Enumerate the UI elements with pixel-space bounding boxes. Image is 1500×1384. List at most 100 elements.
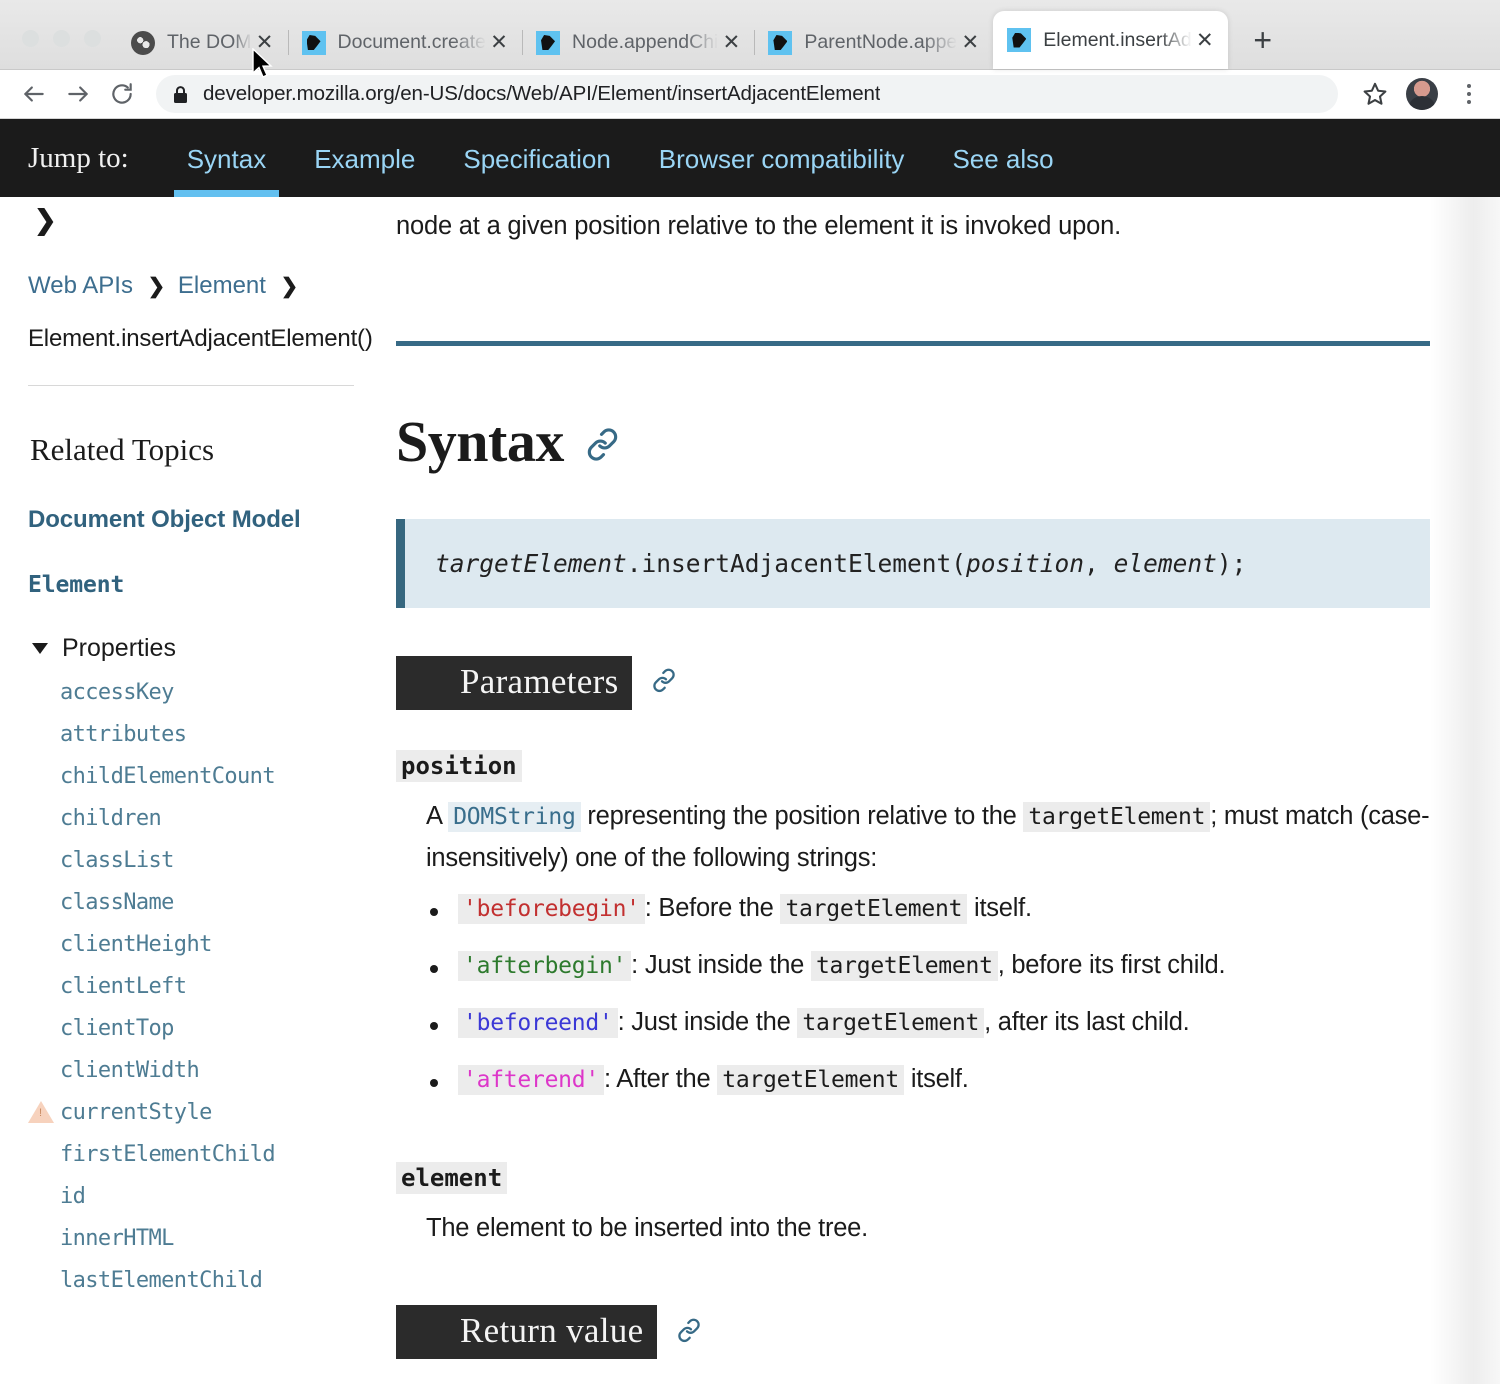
sidebar-item-label: accessKey bbox=[60, 680, 174, 705]
jump-link-see-also[interactable]: See also bbox=[928, 119, 1077, 197]
sidebar-item-clienttop[interactable]: clientTop bbox=[28, 999, 354, 1041]
sidebar-link-element[interactable]: Element bbox=[28, 534, 354, 598]
back-arrow-icon[interactable] bbox=[14, 74, 54, 114]
anchor-link-icon[interactable] bbox=[652, 669, 676, 697]
breadcrumb-item-web-apis[interactable]: Web APIs bbox=[28, 272, 133, 299]
new-tab-button[interactable]: + bbox=[1240, 17, 1286, 63]
chevron-down-icon bbox=[32, 643, 48, 654]
close-tab-icon[interactable]: ✕ bbox=[486, 30, 512, 56]
param-name-position: position bbox=[396, 750, 522, 782]
sidebar-item-label: classList bbox=[60, 848, 174, 873]
parameters-heading: Parameters bbox=[396, 656, 632, 710]
type-domstring[interactable]: DOMString bbox=[448, 802, 580, 832]
reload-icon[interactable] bbox=[102, 74, 142, 114]
browser-tab-element-insertadjacent[interactable]: Element.insertAd ✕ bbox=[993, 11, 1228, 69]
code-targetelement: targetElement bbox=[1023, 802, 1210, 832]
syntax-code-block: targetElement.insertAdjacentElement(posi… bbox=[396, 519, 1430, 608]
option-text: , before its first child. bbox=[998, 951, 1226, 979]
browser-tab-node-appendchild[interactable]: Node.appendChi ✕ bbox=[522, 16, 754, 69]
return-value-heading: Return value bbox=[396, 1305, 657, 1359]
mdn-icon bbox=[768, 31, 792, 55]
tab-strip: The DOM ✕ Document.create ✕ Node.appendC… bbox=[0, 0, 1500, 70]
minimize-window-button[interactable] bbox=[53, 30, 70, 47]
parameters-heading-row: Parameters bbox=[396, 608, 1430, 710]
option-beforeend: 'beforeend' bbox=[458, 1008, 618, 1038]
page-title: Syntax bbox=[396, 408, 564, 475]
jump-link-syntax[interactable]: Syntax bbox=[163, 119, 291, 197]
chevron-right-icon: ❯ bbox=[140, 275, 172, 298]
option-beforebegin: 'beforebegin' bbox=[458, 894, 645, 924]
breadcrumb-item-element[interactable]: Element bbox=[178, 272, 266, 299]
tab-title: Node.appendChi bbox=[572, 31, 718, 54]
option-text: : Just inside the bbox=[631, 951, 811, 979]
star-icon[interactable] bbox=[1358, 74, 1392, 114]
window-controls bbox=[0, 30, 117, 69]
option-text: itself. bbox=[904, 1065, 969, 1093]
tab-title: Element.insertAd bbox=[1043, 29, 1192, 52]
code-target: targetElement bbox=[435, 549, 627, 578]
sidebar-item-id[interactable]: id bbox=[28, 1167, 354, 1209]
browser-tab-document-create[interactable]: Document.create ✕ bbox=[288, 16, 523, 69]
chevron-right-icon: ❯ bbox=[273, 275, 305, 298]
sidebar-item-innerhtml[interactable]: innerHTML bbox=[28, 1209, 354, 1251]
code-method: .insertAdjacentElement( bbox=[627, 549, 966, 578]
anchor-link-icon[interactable] bbox=[586, 408, 619, 475]
intro-paragraph: node at a given position relative to the… bbox=[396, 197, 1430, 245]
tab-list: The DOM ✕ Document.create ✕ Node.appendC… bbox=[117, 0, 1500, 69]
maximize-window-button[interactable] bbox=[84, 30, 101, 47]
sidebar-item-label: attributes bbox=[60, 722, 186, 747]
article-content: node at a given position relative to the… bbox=[382, 197, 1500, 1384]
sidebar-group-toggle[interactable]: Properties bbox=[28, 634, 354, 663]
forward-arrow-icon[interactable] bbox=[58, 74, 98, 114]
sidebar-toggle-chevron-right-icon[interactable]: ❯ bbox=[28, 197, 354, 242]
sidebar-item-clientleft[interactable]: clientLeft bbox=[28, 957, 354, 999]
desc-text: A bbox=[426, 802, 448, 830]
option-text: itself. bbox=[967, 894, 1032, 922]
sidebar-item-currentstyle[interactable]: currentStyle bbox=[28, 1083, 354, 1125]
sidebar-item-label: currentStyle bbox=[60, 1100, 212, 1125]
anchor-link-icon[interactable] bbox=[677, 1318, 701, 1346]
jump-to-label: Jump to: bbox=[28, 142, 129, 175]
sidebar-item-firstelementchild[interactable]: firstElementChild bbox=[28, 1125, 354, 1167]
jump-link-example[interactable]: Example bbox=[290, 119, 439, 197]
sidebar-item-children[interactable]: children bbox=[28, 789, 354, 831]
jump-link-browser-compatibility[interactable]: Browser compatibility bbox=[635, 119, 929, 197]
kebab-menu-icon[interactable] bbox=[1452, 75, 1486, 113]
jump-link-specification[interactable]: Specification bbox=[439, 119, 634, 197]
sidebar-item-clientwidth[interactable]: clientWidth bbox=[28, 1041, 354, 1083]
sidebar-item-label: childElementCount bbox=[60, 764, 275, 789]
param-desc-position: A DOMString representing the position re… bbox=[396, 782, 1430, 880]
sidebar-item-label: innerHTML bbox=[60, 1226, 174, 1251]
sidebar-item-childelementcount[interactable]: childElementCount bbox=[28, 747, 354, 789]
sidebar-item-clientheight[interactable]: clientHeight bbox=[28, 915, 354, 957]
list-item: 'beforeend': Just inside the targetEleme… bbox=[458, 1008, 1430, 1065]
option-text: , after its last child. bbox=[984, 1008, 1189, 1036]
close-tab-icon[interactable]: ✕ bbox=[1192, 27, 1218, 53]
globe-icon bbox=[131, 31, 155, 55]
breadcrumb-current-page: Element.insertAdjacentElement() bbox=[28, 300, 354, 353]
address-bar[interactable]: developer.mozilla.org/en-US/docs/Web/API… bbox=[156, 75, 1338, 113]
sidebar: ❯ Web APIs ❯ Element ❯ Element.insertAdj… bbox=[0, 197, 382, 1384]
sidebar-group-properties: Properties accessKey attributes childEle… bbox=[28, 598, 354, 1293]
avatar[interactable] bbox=[1406, 78, 1438, 110]
sidebar-item-lastelementchild[interactable]: lastElementChild bbox=[28, 1251, 354, 1293]
web-page: Jump to: Syntax Example Specification Br… bbox=[0, 119, 1500, 1384]
close-tab-icon[interactable]: ✕ bbox=[718, 30, 744, 56]
browser-tab-parentnode-append[interactable]: ParentNode.appe ✕ bbox=[754, 16, 993, 69]
sidebar-link-document-object-model[interactable]: Document Object Model bbox=[28, 468, 354, 534]
option-text: : After the bbox=[604, 1065, 717, 1093]
option-afterend: 'afterend' bbox=[458, 1065, 604, 1095]
close-window-button[interactable] bbox=[22, 30, 39, 47]
sidebar-item-label: clientLeft bbox=[60, 974, 186, 999]
sidebar-item-attributes[interactable]: attributes bbox=[28, 705, 354, 747]
code-arg-position: position bbox=[966, 549, 1084, 578]
sidebar-item-label: children bbox=[60, 806, 161, 831]
code-comma: , bbox=[1084, 549, 1114, 578]
sidebar-item-accesskey[interactable]: accessKey bbox=[28, 663, 354, 705]
related-topics-heading: Related Topics bbox=[28, 386, 354, 468]
option-text: : Before the bbox=[645, 894, 781, 922]
mdn-icon bbox=[536, 31, 560, 55]
sidebar-item-classlist[interactable]: classList bbox=[28, 831, 354, 873]
sidebar-item-classname[interactable]: className bbox=[28, 873, 354, 915]
close-tab-icon[interactable]: ✕ bbox=[957, 30, 983, 56]
